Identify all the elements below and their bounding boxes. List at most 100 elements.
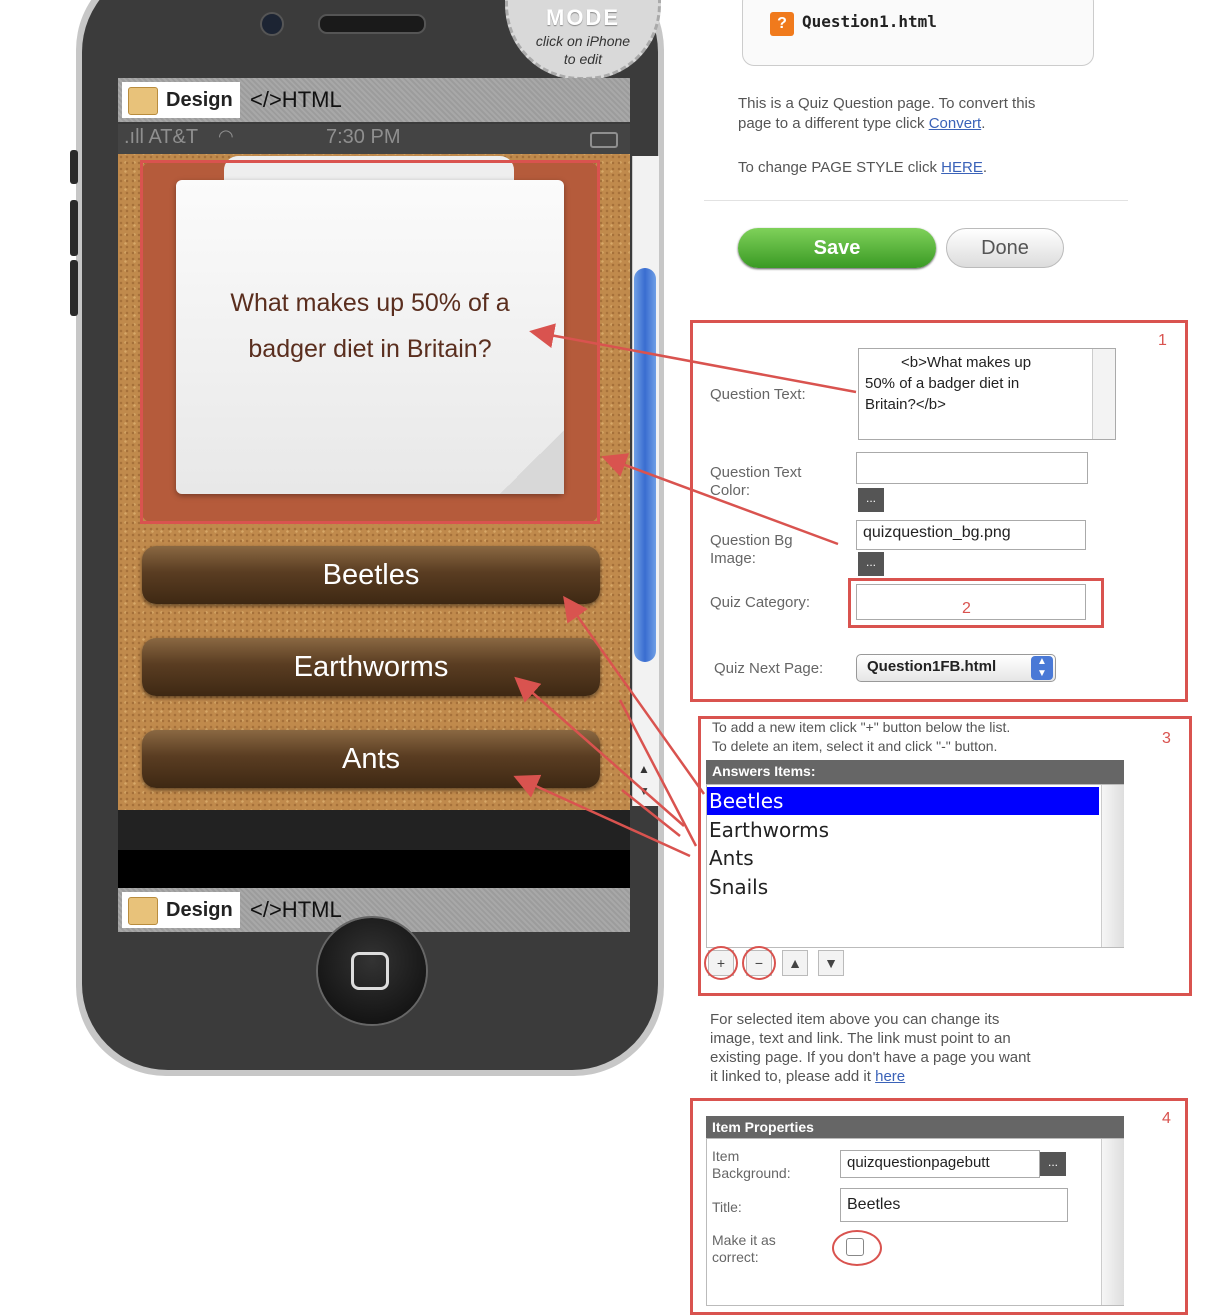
highlight-correct-checkbox (832, 1230, 882, 1266)
make-correct-label-line2: correct: (712, 1249, 759, 1265)
page-style-info: To change PAGE STYLE click HERE. (738, 159, 988, 176)
volume-up-button (70, 200, 78, 256)
answers-hint-line1: To add a new item click "+" button below… (712, 719, 1011, 735)
selected-info-line3: existing page. If you don't have a page … (710, 1049, 1031, 1066)
design-tab-label: Design (166, 89, 233, 111)
make-correct-label-line1: Make it as (712, 1232, 776, 1248)
scroll-down-arrow-icon[interactable]: ▼ (638, 784, 650, 798)
annotation-label-4: 4 (1162, 1110, 1171, 1127)
page-style-link[interactable]: HERE (941, 159, 983, 176)
move-up-button[interactable]: ▲ (782, 950, 808, 976)
highlight-add-button (704, 946, 738, 980)
convert-info: This is a Quiz Question page. To convert… (738, 94, 1035, 134)
convert-link[interactable]: Convert (929, 115, 982, 132)
annotation-box-2 (848, 578, 1104, 628)
item-bg-input[interactable]: quizquestionpagebutt (840, 1150, 1040, 1178)
quiz-next-select[interactable]: Question1FB.html ▲ ▼ (856, 654, 1056, 682)
answer-button-3[interactable]: Ants (142, 730, 600, 788)
screen-bottom-shadow (118, 810, 630, 850)
mode-hint-line2: to edit (563, 51, 603, 67)
quiz-next-label: Quiz Next Page: (714, 660, 824, 677)
selected-info-line4: it linked to, please add it here (710, 1067, 1031, 1086)
item-properties-scrollbar[interactable] (1101, 1139, 1124, 1305)
divider (704, 200, 1128, 201)
mute-switch (70, 150, 78, 184)
answers-list-header: Answers Items: (706, 760, 1124, 784)
question-text-color-label: Question Text Color: (710, 464, 801, 500)
screen-bottom-black (118, 850, 630, 888)
save-button[interactable]: Save (738, 228, 936, 268)
question-text-color-input[interactable] (856, 452, 1088, 484)
question-text-value-line3: Britain?</b> (865, 396, 946, 413)
battery-icon (590, 132, 618, 148)
design-icon (128, 897, 158, 925)
question-text-label: Question Text: (710, 386, 806, 403)
make-correct-label: Make it as correct: (712, 1232, 776, 1266)
bg-image-browse-button[interactable]: ... (858, 552, 884, 576)
design-tab-bottom[interactable]: Design (122, 892, 240, 928)
editor-bar-top: Design </>HTML (118, 78, 630, 122)
annotation-label-2: 2 (962, 600, 971, 617)
item-title-input[interactable]: Beetles (840, 1188, 1068, 1222)
answers-list-item-3[interactable]: Ants (707, 844, 1099, 872)
ios-status-bar: .ıll AT&T ◠ 7:30 PM (118, 124, 630, 154)
wifi-icon: ◠ (218, 126, 234, 146)
answers-list-item-4[interactable]: Snails (707, 873, 1099, 901)
page-style-text: To change PAGE STYLE click (738, 159, 937, 176)
question-text-color-label-line2: Color: (710, 482, 751, 499)
answer-button-2[interactable]: Earthworms (142, 638, 600, 696)
select-arrows-icon: ▲ ▼ (1031, 656, 1053, 680)
question-text-value-line2: 50% of a badger diet in (865, 375, 1020, 392)
answer-button-1[interactable]: Beetles (142, 546, 600, 604)
done-button[interactable]: Done (946, 228, 1064, 268)
annotation-label-1: 1 (1158, 332, 1167, 349)
question-text-value-line1: <b>What makes up (901, 354, 1032, 371)
file-name: Question1.html (802, 12, 937, 31)
design-tab-label: Design (166, 899, 233, 921)
selected-info-line2: image, text and link. The link must poin… (710, 1030, 1011, 1047)
answers-hint-line2: To delete an item, select it and click "… (712, 738, 998, 754)
answers-list-scrollbar[interactable] (1101, 785, 1124, 947)
quiz-category-label: Quiz Category: (710, 594, 811, 611)
scroll-thumb[interactable] (634, 268, 656, 662)
move-down-button[interactable]: ▼ (818, 950, 844, 976)
item-bg-browse-button[interactable]: ... (1040, 1152, 1066, 1176)
design-tab-top[interactable]: Design (122, 82, 240, 118)
highlight-question-area (140, 160, 600, 524)
selected-info-line1: For selected item above you can change i… (710, 1011, 1000, 1028)
question-page-icon: ? (770, 12, 794, 36)
answers-list-item-2[interactable]: Earthworms (707, 816, 1099, 844)
question-text-textarea[interactable]: <b>What makes up 50% of a badger diet in… (858, 348, 1116, 440)
home-square-icon (351, 952, 389, 990)
item-properties-header: Item Properties (706, 1116, 1124, 1138)
item-bg-label-line1: Item (712, 1148, 740, 1164)
highlight-remove-button (742, 946, 776, 980)
convert-info-line2: page to a different type click Convert. (738, 115, 986, 132)
status-time: 7:30 PM (326, 126, 401, 148)
question-bg-label-line1: Question Bg (710, 532, 793, 549)
question-text-color-label-line1: Question Text (710, 464, 802, 481)
convert-info-text: page to a different type click (738, 115, 925, 132)
design-icon (128, 87, 158, 115)
mode-word: MODE (546, 5, 620, 30)
question-bg-input[interactable]: quizquestion_bg.png (856, 520, 1086, 550)
file-header-box (742, 0, 1094, 66)
textarea-scrollbar[interactable] (1092, 349, 1115, 439)
carrier-label: .ıll AT&T (124, 126, 199, 148)
convert-info-line1: This is a Quiz Question page. To convert… (738, 95, 1036, 112)
annotation-label-3: 3 (1162, 730, 1171, 747)
scroll-up-arrow-icon[interactable]: ▲ (638, 762, 650, 776)
html-tab-bottom[interactable]: </>HTML (250, 888, 342, 932)
item-title-label: Title: (712, 1199, 742, 1215)
camera-icon (260, 12, 284, 36)
html-tab-top[interactable]: </>HTML (250, 78, 342, 122)
mode-hint-line1: click on iPhone (535, 33, 631, 49)
question-bg-label: Question Bg Image: (710, 532, 793, 568)
answers-list[interactable]: Beetles Earthworms Ants Snails (706, 784, 1124, 948)
speaker-grille (318, 14, 426, 34)
add-page-link[interactable]: here (875, 1068, 905, 1085)
item-bg-label-line2: Background: (712, 1165, 791, 1181)
answers-list-item-1[interactable]: Beetles (707, 787, 1099, 815)
color-picker-button[interactable]: ... (858, 488, 884, 512)
volume-down-button (70, 260, 78, 316)
